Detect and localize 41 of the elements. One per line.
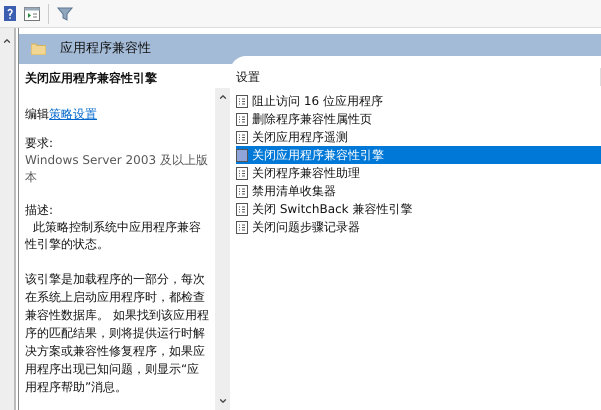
requirements-label: 要求:	[25, 135, 54, 152]
policy-icon	[236, 220, 248, 234]
panel-icon[interactable]	[24, 6, 40, 20]
policy-icon	[236, 184, 248, 198]
scroll-down-icon[interactable]	[218, 396, 228, 406]
description-body: 该引擎是加载程序的一部分，每次在系统上启动应用程序时，都检查兼容性数据库。 如果找到该应用程序的匹配结果，则将提供运行时解决方案或兼容性修复程序，如果应用程序出现已知问题，则显示“应用程序帮助”消息。	[25, 271, 209, 396]
help-icon[interactable]	[4, 6, 16, 21]
policy-row[interactable]: 关闭程序兼容性助理	[236, 164, 601, 182]
policy-name: 禁用清单收集器	[252, 183, 336, 200]
settings-column-header[interactable]: 设置	[236, 68, 601, 86]
description-text: 此策略控制系统中应用程序兼容性引擎的状态。	[25, 219, 202, 253]
policy-icon	[236, 166, 248, 180]
scroll-up-icon[interactable]	[2, 36, 12, 46]
policy-icon	[236, 112, 248, 126]
policy-row[interactable]: 阻止访问 16 位应用程序	[236, 92, 601, 110]
policy-name: 关闭问题步骤记录器	[252, 219, 360, 236]
policy-row[interactable]: 关闭问题步骤记录器	[236, 218, 601, 236]
policy-row[interactable]: 关闭应用程序兼容性引擎	[236, 146, 601, 164]
policy-icon	[236, 94, 248, 108]
policy-icon	[236, 130, 248, 144]
policy-name: 删除程序兼容性属性页	[252, 111, 372, 128]
policy-heading: 关闭应用程序兼容性引擎	[25, 70, 158, 87]
policy-row[interactable]: 删除程序兼容性属性页	[236, 110, 601, 128]
requirements-text: Windows Server 2003 及以上版本	[25, 152, 209, 186]
policy-icon	[236, 202, 248, 216]
policy-name: 关闭 SwitchBack 兼容性引擎	[252, 201, 412, 218]
policy-row[interactable]: 关闭应用程序遥测	[236, 128, 601, 146]
folder-icon	[31, 43, 46, 55]
policy-settings-link[interactable]: 策略设置	[49, 107, 97, 121]
policy-name: 关闭应用程序遥测	[252, 129, 348, 146]
header-title: 应用程序兼容性	[60, 40, 151, 58]
policy-row[interactable]: 关闭 SwitchBack 兼容性引擎	[236, 200, 601, 218]
filter-icon[interactable]	[57, 6, 73, 22]
policy-row[interactable]: 禁用清单收集器	[236, 182, 601, 200]
scroll-up-icon[interactable]	[218, 92, 228, 102]
policy-icon	[236, 148, 248, 162]
policy-name: 阻止访问 16 位应用程序	[252, 93, 383, 110]
edit-label: 编辑	[25, 107, 49, 121]
policy-name: 关闭应用程序兼容性引擎	[252, 147, 384, 164]
description-label: 描述:	[25, 202, 54, 219]
policy-name: 关闭程序兼容性助理	[252, 165, 360, 182]
